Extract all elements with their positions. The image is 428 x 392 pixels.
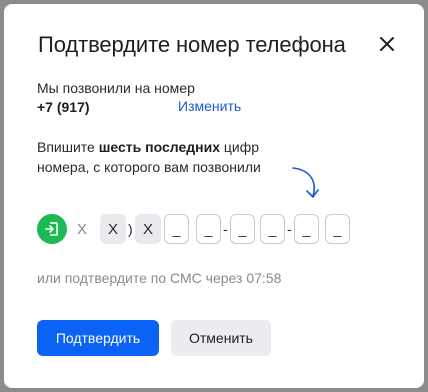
masked-digit: X <box>76 220 87 238</box>
dash-separator: - <box>223 221 228 237</box>
masked-digit: X <box>100 214 126 244</box>
phone-prefix: +7 (917) <box>37 99 90 115</box>
close-paren: ) <box>128 221 133 237</box>
instruction-text: Впишите шесть последних цифр номера, с к… <box>37 137 297 177</box>
confirm-button[interactable]: Подтвердить <box>37 320 159 356</box>
masked-digit: X <box>135 214 161 244</box>
code-slot[interactable]: _ <box>260 214 285 244</box>
sms-countdown-text: или подтвердите по СМС через 07:58 <box>37 270 282 286</box>
instruction-bold: шесть последних <box>98 139 220 155</box>
confirm-phone-dialog: Подтвердите номер телефона Мы позвонили … <box>4 4 424 388</box>
code-slot[interactable]: _ <box>164 214 189 244</box>
instruction-prefix: Впишите <box>37 139 99 155</box>
incoming-call-icon <box>37 214 67 244</box>
curved-arrow-icon <box>292 167 319 198</box>
code-slot[interactable]: _ <box>196 214 221 244</box>
code-slot[interactable]: _ <box>294 214 319 244</box>
close-icon[interactable] <box>376 33 398 55</box>
code-entry-row: X X ) X _ _ - _ _ - _ _ <box>4 214 424 244</box>
dash-separator: - <box>287 221 292 237</box>
called-text: Мы позвонили на номер <box>37 80 195 96</box>
dialog-title: Подтвердите номер телефона <box>38 32 346 57</box>
code-slot[interactable]: _ <box>325 214 350 244</box>
change-number-link[interactable]: Изменить <box>178 98 241 114</box>
code-slot[interactable]: _ <box>230 214 255 244</box>
cancel-button[interactable]: Отменить <box>171 320 271 356</box>
